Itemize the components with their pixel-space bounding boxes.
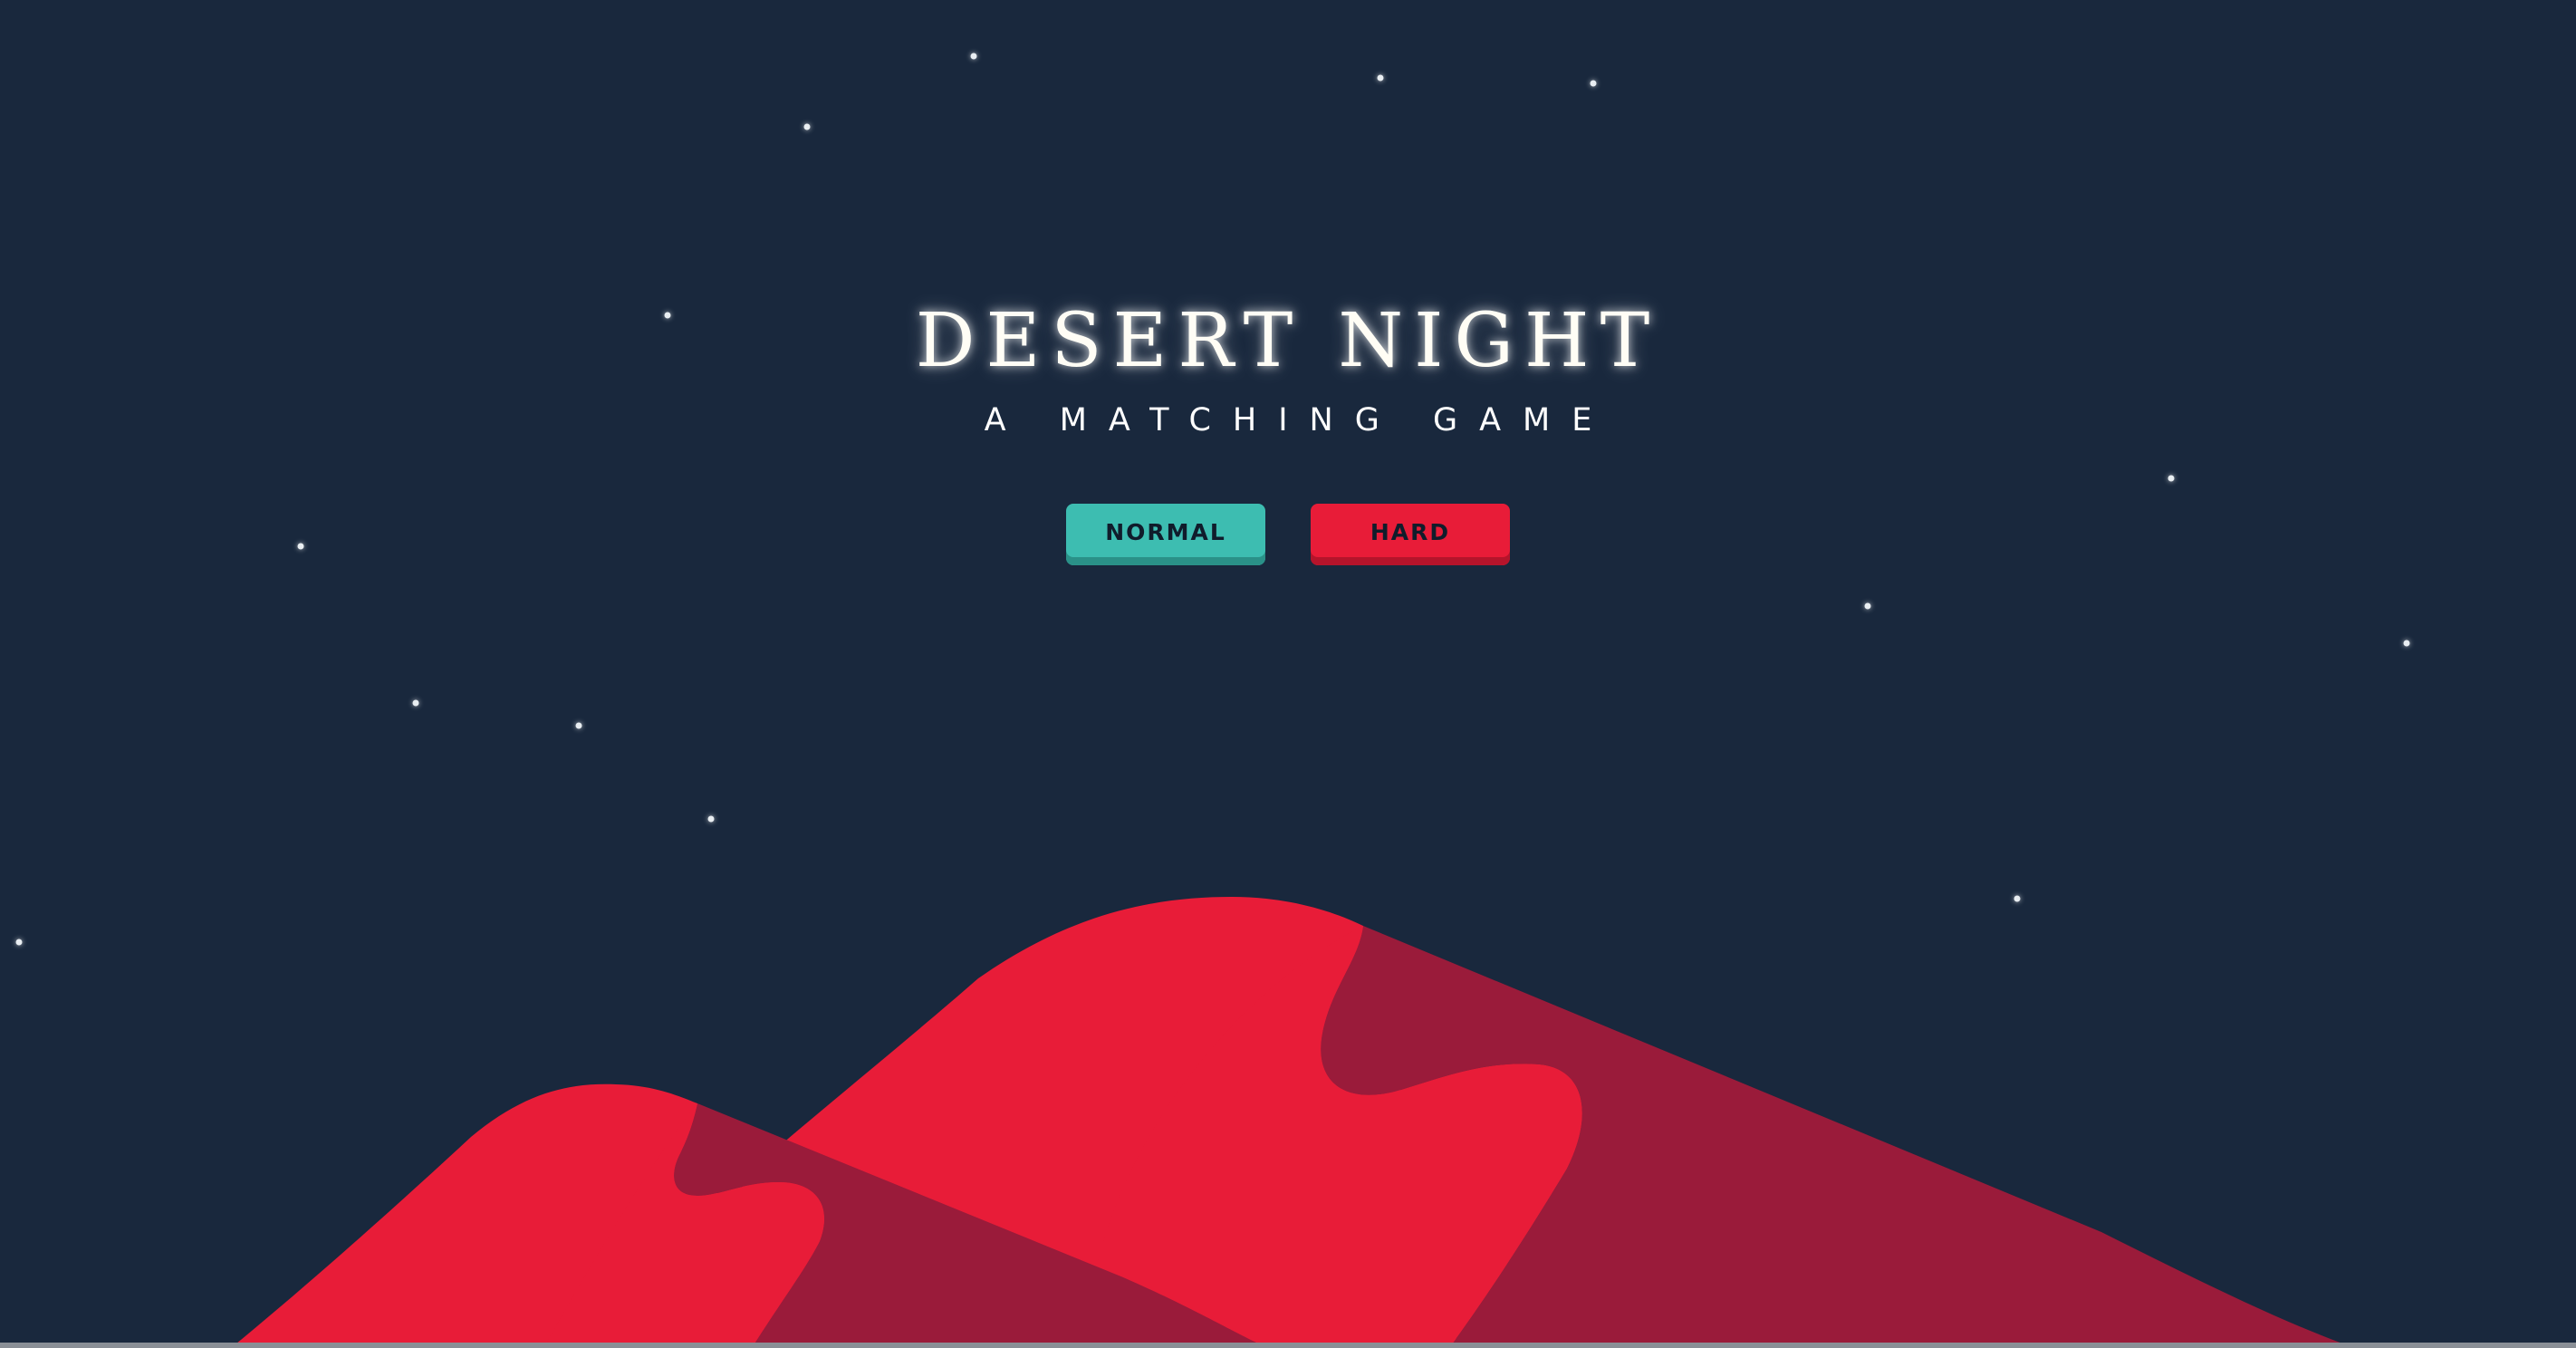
game-start-screen: DESERT NIGHT A MATCHING GAME NORMAL HARD <box>0 0 2576 1348</box>
difficulty-buttons: NORMAL HARD <box>0 504 2576 565</box>
hard-mode-button[interactable]: HARD <box>1311 504 1510 565</box>
game-subtitle: A MATCHING GAME <box>984 402 1614 438</box>
normal-mode-button[interactable]: NORMAL <box>1066 504 1265 565</box>
desert-dunes <box>231 897 2355 1348</box>
game-title: DESERT NIGHT <box>915 298 1661 384</box>
title-block: DESERT NIGHT A MATCHING GAME <box>0 288 2576 442</box>
ground-line <box>0 1343 2576 1348</box>
